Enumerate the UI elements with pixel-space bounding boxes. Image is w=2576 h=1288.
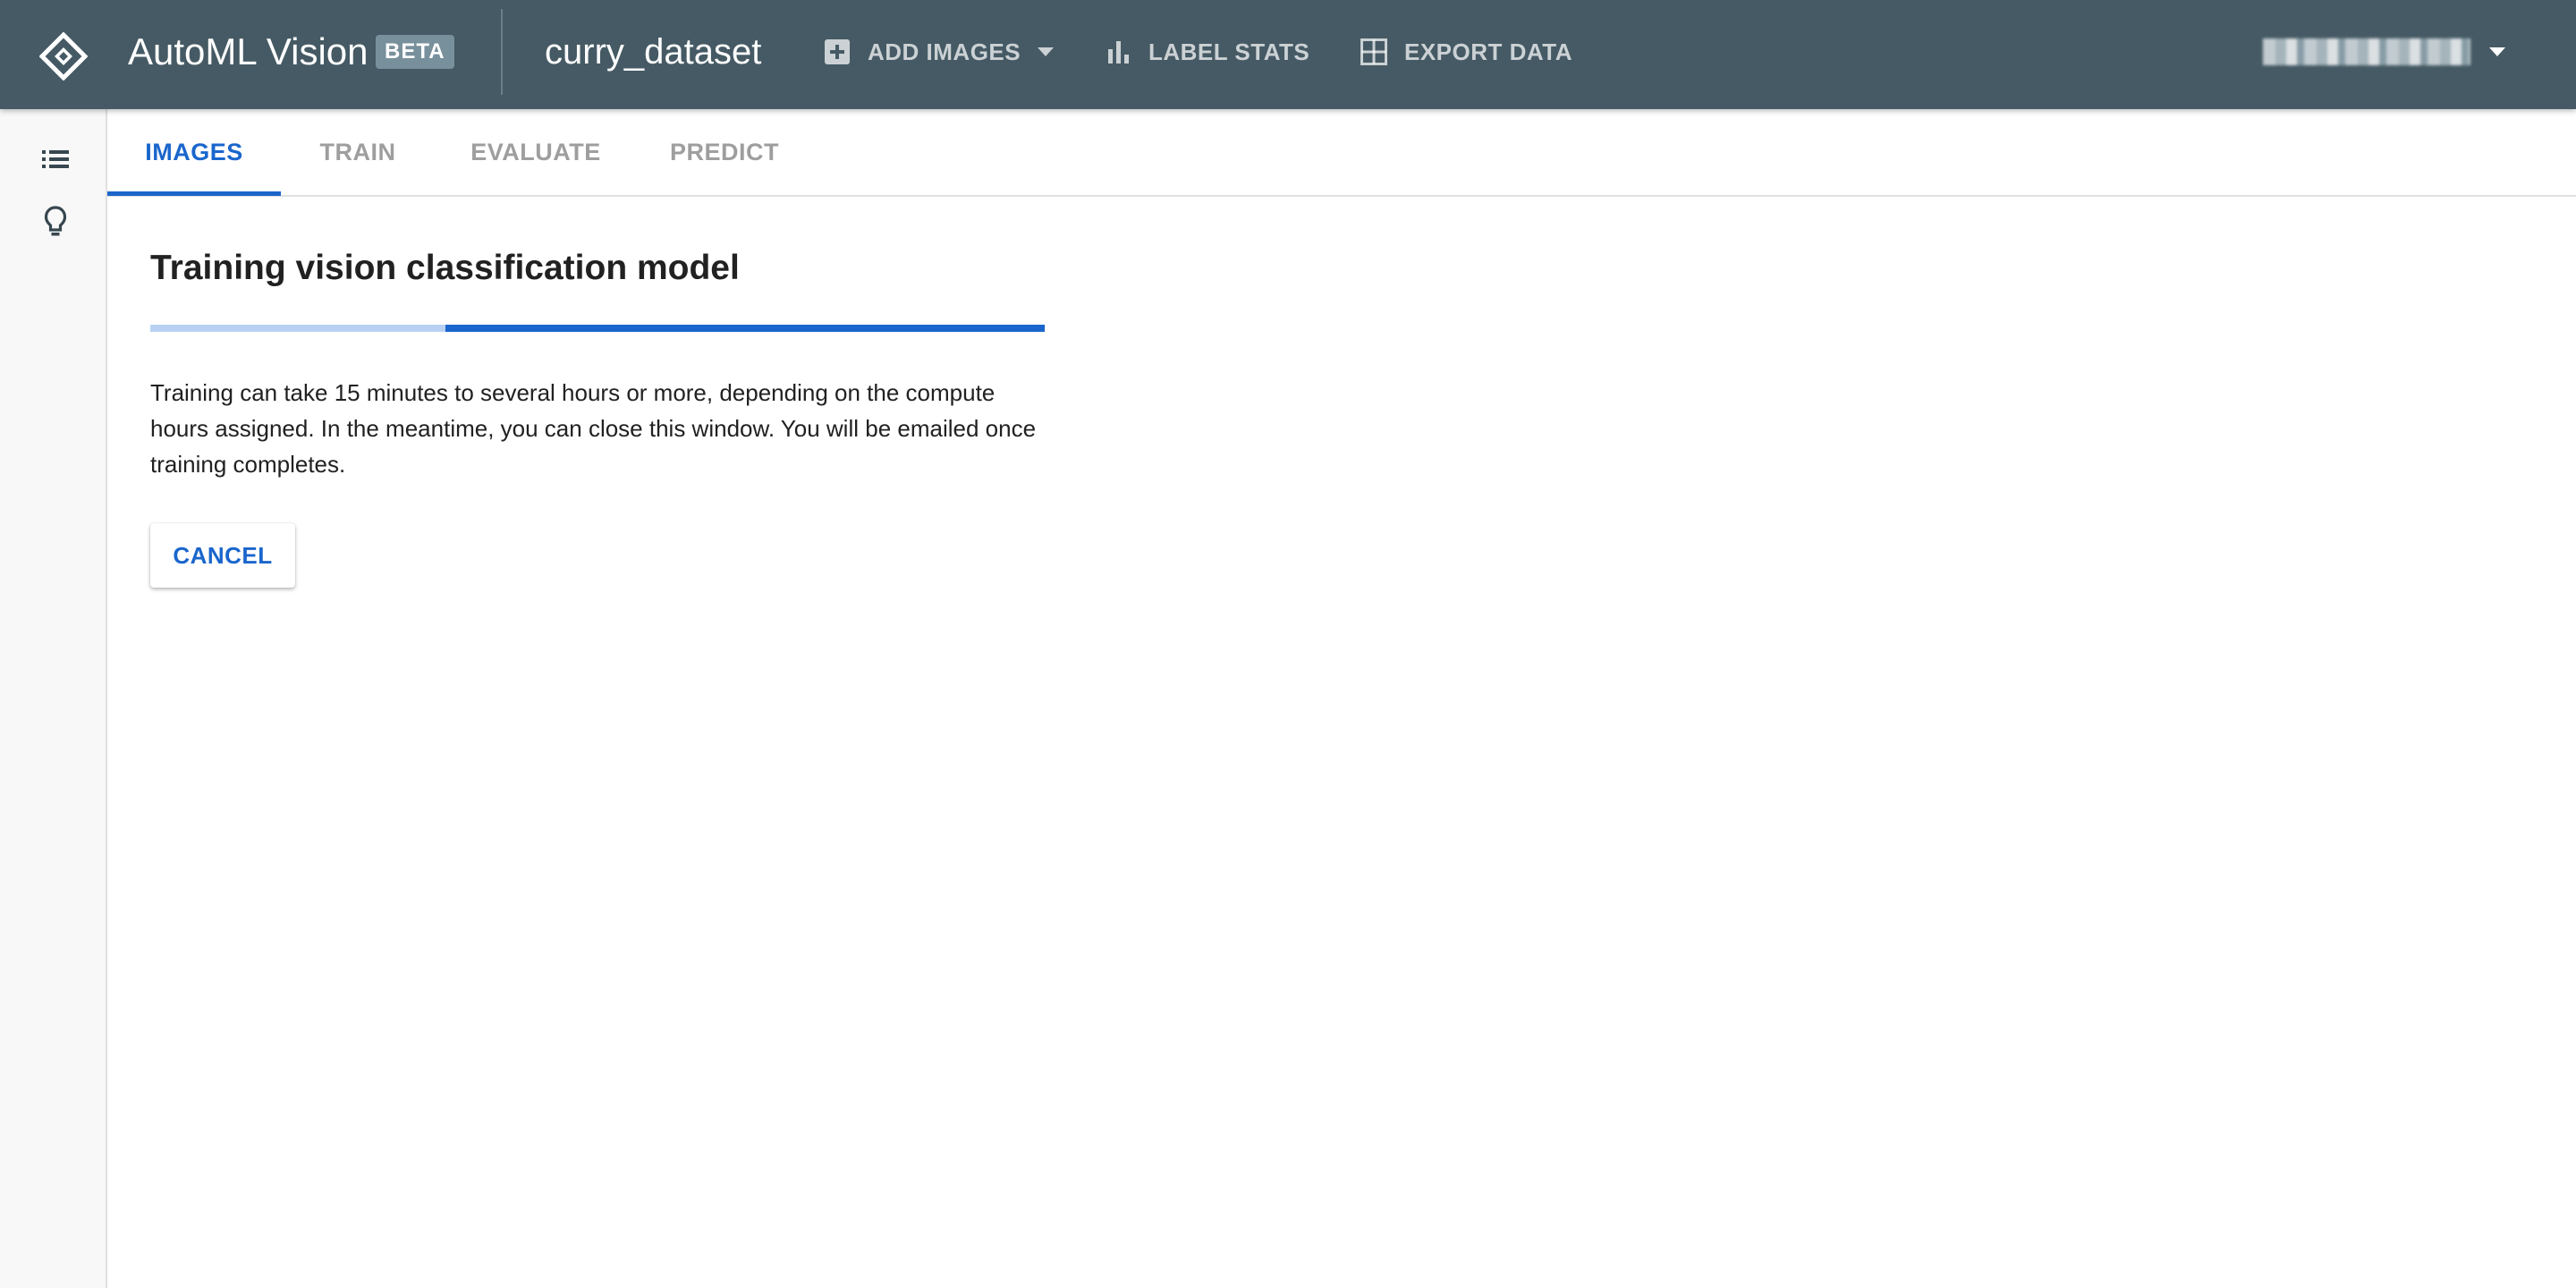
account-dropdown-icon	[2489, 47, 2505, 56]
app-bar-divider	[501, 9, 503, 95]
dropdown-arrow-icon	[1038, 47, 1055, 56]
training-progress-bar	[150, 325, 1045, 332]
app-title: AutoML Vision	[128, 30, 369, 72]
add-images-label: ADD IMAGES	[868, 38, 1021, 65]
dataset-name: curry_dataset	[545, 32, 762, 72]
active-tab-indicator	[107, 191, 281, 196]
add-box-icon	[825, 39, 850, 64]
account-name-redacted	[2263, 38, 2470, 65]
page-title: Training vision classification model	[150, 249, 740, 287]
tab-images[interactable]: IMAGES	[107, 109, 281, 195]
tab-bar: IMAGES TRAIN EVALUATE PREDICT	[107, 109, 2576, 197]
tab-evaluate[interactable]: EVALUATE	[435, 109, 637, 195]
export-data-button[interactable]: EXPORT DATA	[1360, 32, 1572, 72]
cancel-button[interactable]: CANCEL	[150, 523, 295, 588]
account-menu[interactable]	[2263, 36, 2506, 68]
beta-badge: BETA	[376, 35, 454, 69]
tab-predict[interactable]: PREDICT	[637, 109, 812, 195]
app-bar: AutoML Vision BETA curry_dataset ADD IMA…	[0, 0, 2576, 109]
training-progress-fill	[445, 325, 1045, 332]
tab-train[interactable]: TRAIN	[281, 109, 435, 195]
grid-icon	[1360, 38, 1387, 65]
label-stats-button[interactable]: LABEL STATS	[1106, 32, 1309, 72]
export-data-label: EXPORT DATA	[1404, 38, 1572, 65]
lightbulb-icon[interactable]	[38, 204, 73, 240]
left-rail	[0, 109, 107, 1288]
add-images-button[interactable]: ADD IMAGES	[823, 32, 1055, 72]
training-panel: Training vision classification model Tra…	[150, 242, 1045, 588]
automl-logo-icon[interactable]	[38, 31, 89, 81]
label-stats-label: LABEL STATS	[1148, 38, 1310, 65]
bar-chart-icon	[1108, 41, 1129, 64]
training-description: Training can take 15 minutes to several …	[150, 379, 1037, 478]
list-icon[interactable]	[38, 141, 73, 177]
